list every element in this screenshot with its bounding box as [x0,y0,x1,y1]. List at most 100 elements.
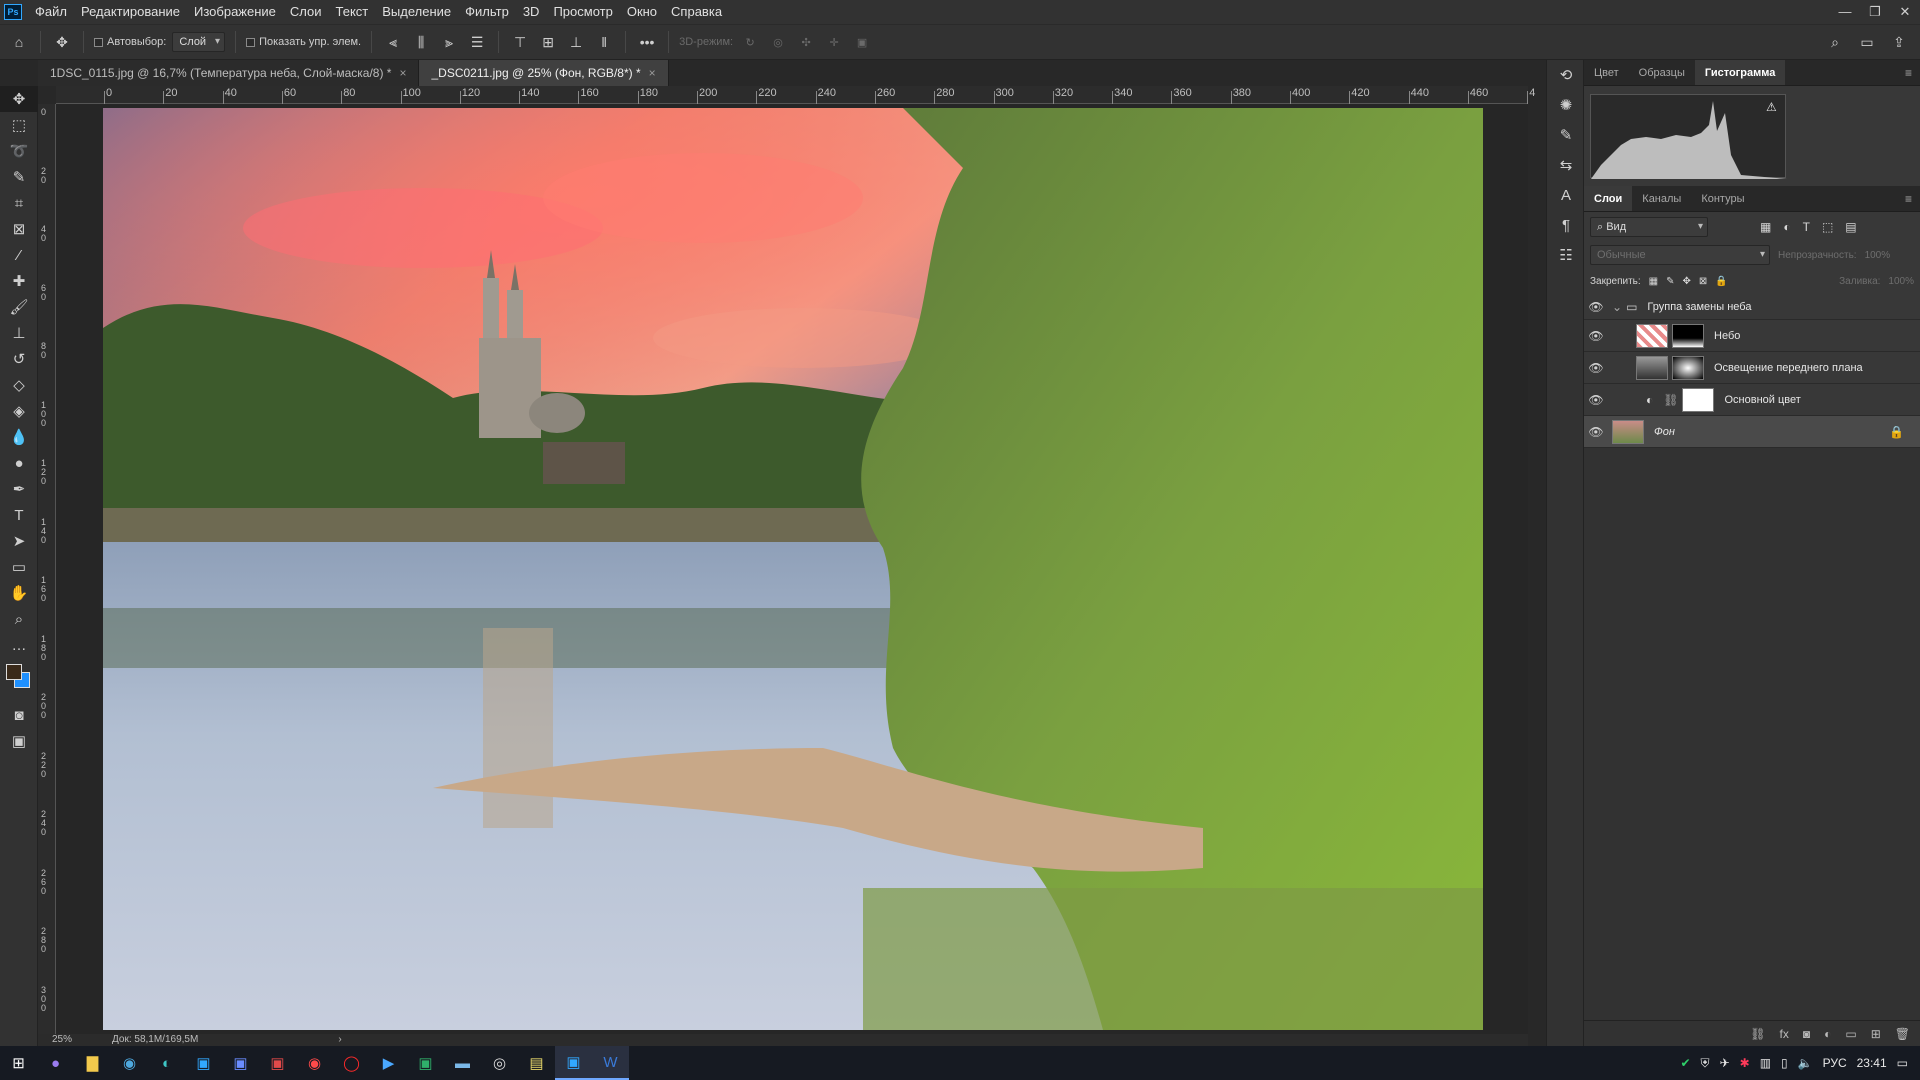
layer-mask-thumbnail[interactable] [1672,323,1704,348]
align-left-icon[interactable]: ⫷ [382,31,404,53]
foreground-color-swatch[interactable] [6,664,22,680]
project-icon[interactable]: ▣ [407,1046,444,1080]
edge-icon[interactable]: ◐ [148,1046,185,1080]
tab-paths[interactable]: Контуры [1691,186,1754,211]
tab-document-1[interactable]: 1DSC_0115.jpg @ 16,7% (Температура неба,… [38,60,420,86]
layer-row-sky[interactable]: 👁 Небо [1584,320,1920,352]
new-adjustment-icon[interactable]: ◐ [1824,1027,1831,1041]
word-icon[interactable]: W [592,1046,629,1080]
align-bottom-icon[interactable]: ⊥ [565,31,587,53]
autoselect-dropdown[interactable]: Слой [172,32,226,52]
warning-icon[interactable]: ⚠ [1766,100,1777,114]
fill-value[interactable]: 100% [1888,276,1914,287]
input-language[interactable]: РУС [1823,1056,1847,1070]
quick-mask-icon[interactable]: ◙ [0,702,38,728]
properties-panel-icon[interactable]: ✺ [1547,90,1585,120]
marquee-tool-icon[interactable]: ⬚ [0,112,38,138]
layer-mask-thumbnail[interactable] [1672,355,1704,380]
paint-bucket-tool-icon[interactable]: ◈ [0,398,38,424]
cortana-icon[interactable]: ● [37,1046,74,1080]
menu-edit[interactable]: Редактирование [74,0,187,24]
visibility-eye-icon[interactable]: 👁 [1584,300,1608,314]
app-icon[interactable]: ◎ [481,1046,518,1080]
crop-tool-icon[interactable]: ⌗ [0,190,38,216]
visibility-eye-icon[interactable]: 👁 [1584,361,1608,375]
3d-slide-icon[interactable]: ✛ [823,31,845,53]
eraser-tool-icon[interactable]: ◇ [0,372,38,398]
lock-artboard-icon[interactable]: ⊠ [1699,276,1707,287]
app-icon[interactable]: ▬ [444,1046,481,1080]
distribute-vertical-icon[interactable]: ‖ [593,31,615,53]
brushes-panel-icon[interactable]: ✎ [1547,120,1585,150]
blur-tool-icon[interactable]: 💧 [0,424,38,450]
app-tray-icon[interactable]: ✈ [1720,1056,1730,1070]
tab-layers[interactable]: Слои [1584,186,1633,211]
align-top-icon[interactable]: ⊤ [509,31,531,53]
lock-transparent-icon[interactable]: ▦ [1649,276,1658,287]
menu-layers[interactable]: Слои [283,0,329,24]
file-explorer-icon[interactable]: ▇ [74,1046,111,1080]
pen-tool-icon[interactable]: ✒ [0,476,38,502]
menu-select[interactable]: Выделение [375,0,458,24]
character-panel-icon[interactable]: A [1547,180,1585,210]
lock-position-icon[interactable]: ✥ [1683,276,1691,287]
tab-histogram[interactable]: Гистограмма [1694,60,1786,85]
lock-all-icon[interactable]: 🔒 [1715,276,1727,287]
photoshop-app-icon[interactable]: ▣ [185,1046,222,1080]
show-transform-checkbox[interactable]: Показать упр. элем. [246,36,361,48]
lock-pixels-icon[interactable]: ✎ [1666,276,1674,287]
media-player-icon[interactable]: ▶ [370,1046,407,1080]
filter-pixel-icon[interactable]: ▦ [1760,220,1771,234]
align-middle-icon[interactable]: ⊞ [537,31,559,53]
battery-icon[interactable]: ▯ [1781,1056,1788,1070]
type-tool-icon[interactable]: T [0,502,38,528]
search-icon[interactable]: ⌕ [1824,31,1846,53]
opera-icon[interactable]: ◯ [333,1046,370,1080]
frame-tool-icon[interactable]: ⊠ [0,216,38,242]
lock-icon[interactable]: 🔒 [1889,425,1904,439]
zoom-tool-icon[interactable]: ⌕ [0,606,38,632]
layer-row-main-color[interactable]: 👁 ◐ ⛓ Основной цвет [1584,384,1920,416]
restore-icon[interactable]: ❐ [1860,4,1890,20]
filter-shape-icon[interactable]: ⬚ [1822,220,1833,234]
menu-image[interactable]: Изображение [187,0,283,24]
rectangle-tool-icon[interactable]: ▭ [0,554,38,580]
clock[interactable]: 23:41 [1857,1056,1887,1070]
visibility-eye-icon[interactable]: 👁 [1584,425,1608,439]
close-icon[interactable]: ✕ [1890,4,1920,20]
network-icon[interactable]: ▥ [1760,1056,1771,1070]
tab-swatches[interactable]: Образцы [1629,60,1695,85]
link-layers-icon[interactable]: ⛓ [1750,1027,1765,1041]
menu-view[interactable]: Просмотр [546,0,619,24]
panel-menu-icon[interactable]: ≡ [1897,186,1920,211]
menu-help[interactable]: Справка [664,0,729,24]
blend-mode-dropdown[interactable]: Обычные [1590,245,1770,265]
new-group-icon[interactable]: ▭ [1845,1027,1856,1041]
menu-file[interactable]: Файл [28,0,74,24]
autoselect-checkbox[interactable]: Автовыбор: [94,36,166,48]
move-tool-preset-icon[interactable]: ✥ [51,31,73,53]
align-right-icon[interactable]: ⫸ [438,31,460,53]
brush-tool-icon[interactable]: 🖌 [0,294,38,320]
menu-filter[interactable]: Фильтр [458,0,516,24]
filter-adjust-icon[interactable]: ◐ [1783,220,1790,234]
screen-mode-icon[interactable]: ▣ [0,728,38,754]
lasso-tool-icon[interactable]: ➰ [0,138,38,164]
layer-comps-icon[interactable]: ☷ [1547,240,1585,270]
layer-row-foreground-lighting[interactable]: 👁 Освещение переднего плана [1584,352,1920,384]
history-panel-icon[interactable]: ⟲ [1547,60,1585,90]
share-icon[interactable]: ⇪ [1888,31,1910,53]
history-brush-tool-icon[interactable]: ↺ [0,346,38,372]
new-layer-icon[interactable]: ⊞ [1871,1027,1881,1041]
panel-menu-icon[interactable]: ≡ [1897,60,1920,85]
notifications-icon[interactable]: ▭ [1897,1056,1908,1070]
status-expand-icon[interactable]: › [338,1034,341,1046]
distribute-icon[interactable]: ☰ [466,31,488,53]
layer-group-row[interactable]: 👁 ⌄ ▭ Группа замены неба [1584,294,1920,320]
eyedropper-tool-icon[interactable]: ⁄ [0,242,38,268]
windows-start-icon[interactable]: ⊞ [0,1046,37,1080]
menu-window[interactable]: Окно [620,0,664,24]
tab-document-2[interactable]: _DSC0211.jpg @ 25% (Фон, RGB/8*) * × [419,60,669,86]
home-icon[interactable]: ⌂ [8,31,30,53]
tab-channels[interactable]: Каналы [1632,186,1691,211]
